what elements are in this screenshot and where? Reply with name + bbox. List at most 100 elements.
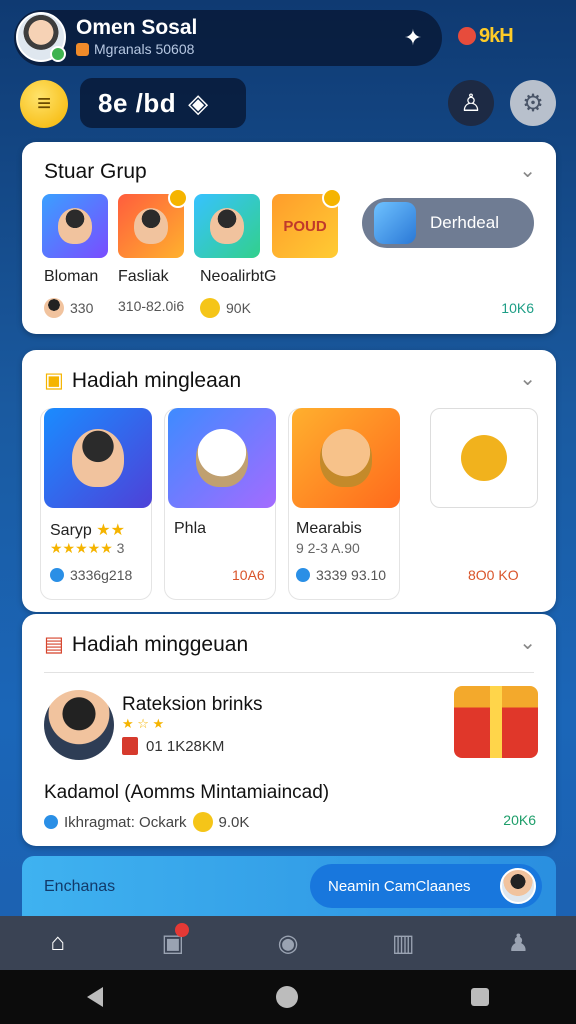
tile-image[interactable] [292, 408, 400, 508]
tile-stat-text: 3339 93.10 [316, 567, 387, 583]
thumb-name: Fasliak [118, 268, 169, 285]
gift-ribbon [490, 686, 502, 758]
banner-button-label: Neamin CamClaanes [328, 877, 471, 895]
tile-stat-text: 3336g218 [70, 567, 133, 583]
reward-title-text: Hadiah mingleaan [71, 368, 242, 392]
chevron-down-icon[interactable]: ⌄ [519, 158, 536, 183]
thumb-label: POUD [283, 217, 327, 235]
chevron-down-icon[interactable]: ⌄ [519, 630, 536, 655]
brand-logo[interactable]: 9kH [458, 18, 562, 54]
stat-value: 310-82.0i6 [118, 298, 185, 314]
tile-image[interactable] [430, 408, 538, 508]
promo-bottom-text: Ikhragmat: Ockark [64, 813, 187, 831]
badge-icon [322, 188, 342, 208]
promo-stars: ★ ☆ ★ [122, 716, 164, 732]
tile-title-text: Saryp [50, 522, 92, 539]
mini-avatar-icon [44, 298, 64, 318]
group-thumb[interactable]: POUD [272, 188, 342, 258]
mascot-icon [320, 429, 372, 487]
home-circle-icon[interactable] [275, 986, 298, 1008]
search-text: 8e /bd [98, 87, 177, 118]
mascot-icon [196, 429, 248, 487]
promo-meta-text: 01 1K28KM [146, 737, 225, 755]
globe-icon [296, 568, 310, 582]
ticket-icon[interactable]: ▣ [153, 923, 193, 963]
tile-sub-text: 3 [116, 540, 125, 556]
top-bar: Omen Sosal Mgranals 50608 ✦ 9kH ≡ 8e /bd… [0, 0, 576, 140]
tile-title: Mearabis [296, 520, 362, 537]
tag-icon: ◈ [188, 87, 209, 118]
thumb-name: Bloman [44, 268, 99, 285]
share-icon[interactable]: ✦ [398, 23, 428, 53]
person-icon [72, 429, 124, 487]
tile-title: Phla [174, 520, 207, 537]
phone-gift-icon: ▤ [44, 633, 64, 656]
person-icon [58, 208, 92, 244]
tile-image[interactable] [168, 408, 276, 508]
stat-value: 90K [226, 300, 251, 316]
reward-card-title: ▣ Hadiah mingleaan [44, 368, 241, 393]
star-icon: ★★★★★ [50, 540, 113, 556]
back-icon[interactable] [86, 987, 103, 1007]
group-card-title: Stuar Grup [44, 160, 147, 183]
profile-sub-text: Mgranals 50608 [94, 41, 195, 57]
profile-icon[interactable]: ♟ [498, 923, 538, 963]
gift-box-icon[interactable] [454, 686, 538, 758]
tile-stat: 3336g218 [50, 567, 132, 583]
game-icon[interactable]: ◉ [268, 923, 308, 963]
bottom-banner: Enchanas Neamin CamClaanes [22, 856, 556, 916]
download-button[interactable]: Derhdeal [362, 198, 534, 248]
download-label: Derhdeal [430, 213, 499, 232]
banner-avatar [500, 868, 536, 904]
divider [44, 672, 534, 673]
stat-item: 330 [44, 298, 93, 318]
user-icon: ♙ [460, 89, 482, 117]
brand-dot-icon [458, 27, 476, 45]
profile-subtitle: Mgranals 50608 [76, 41, 194, 57]
online-badge [50, 46, 66, 62]
reward-card: ▣ Hadiah mingleaan ⌄ Saryp ★★ ★★★★★ 3 33… [22, 350, 556, 612]
bars-icon[interactable]: ▥ [383, 923, 423, 963]
recents-icon[interactable] [471, 988, 490, 1006]
tile-stat-right: 10A6 [232, 567, 265, 583]
search-pill[interactable]: 8e /bd ◈ [80, 78, 246, 128]
tile-sub: 9 2-3 A.90 [296, 540, 360, 556]
promo-stat: 20K6 [503, 812, 536, 828]
promo-avatar[interactable] [44, 690, 114, 760]
weekly-card-title: ▤ Hadiah minggeuan [44, 632, 248, 657]
star-icon: ★ ☆ ★ [122, 716, 165, 731]
group-thumb[interactable] [118, 188, 188, 258]
gift-icon: ▣ [44, 369, 64, 392]
tile-image[interactable] [44, 408, 152, 508]
weekly-title-text: Hadiah minggeuan [71, 632, 249, 656]
promo-meta: 01 1K28KM [122, 737, 224, 755]
tile-stat-right: 8O0 KO [468, 567, 519, 583]
weekly-card: ▤ Hadiah minggeuan ⌄ Rateksion brinks ★ … [22, 614, 556, 846]
group-thumb[interactable] [194, 194, 260, 258]
chevron-down-icon[interactable]: ⌄ [519, 366, 536, 391]
star-icon: ★★ [96, 522, 125, 539]
bottom-nav: ⌂ ▣ ◉ ▥ ♟ [0, 916, 576, 970]
user-button[interactable]: ♙ [448, 80, 494, 126]
stat-right: 10K6 [501, 300, 534, 316]
promo-description: Kadamol (Aomms Mintamiaincad) [44, 782, 330, 803]
promo-bottom: Ikhragmat: Ockark 9.0K [44, 812, 249, 832]
stat-item: 90K [200, 298, 251, 318]
globe-icon [50, 568, 64, 582]
settings-button[interactable]: ⚙ [510, 80, 556, 126]
brand-text: 9kH [479, 24, 514, 47]
profile-pill[interactable]: Omen Sosal Mgranals 50608 ✦ [14, 10, 442, 66]
person-icon [134, 208, 168, 244]
banner-button[interactable]: Neamin CamClaanes [310, 864, 542, 908]
promo-bottom-value: 9.0K [218, 813, 250, 831]
profile-name: Omen Sosal [76, 16, 198, 39]
group-card: Stuar Grup ⌄ POUD Bloman Fasliak Neoalir… [22, 142, 556, 334]
group-thumb[interactable] [42, 194, 108, 258]
home-icon[interactable]: ⌂ [38, 923, 78, 963]
badge-icon [168, 188, 188, 208]
gift-icon [122, 737, 138, 755]
cup-icon [374, 202, 416, 244]
emoji-menu-button[interactable]: ≡ [20, 80, 68, 128]
tile-sub: ★★★★★ 3 [50, 540, 124, 557]
stat-value: 330 [70, 300, 94, 316]
